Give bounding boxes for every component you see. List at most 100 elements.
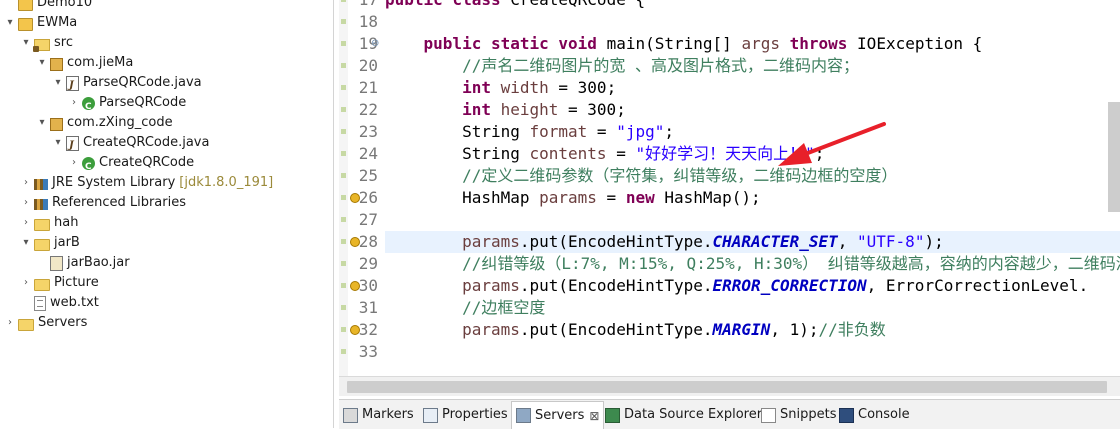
code-line[interactable]: int height = 300; [385, 99, 1120, 121]
tree-item[interactable]: › Picture [20, 273, 99, 293]
collapsed-chevron-icon[interactable]: › [20, 273, 32, 293]
code-area[interactable]: public class CreateQRCode { public stati… [385, 0, 1120, 376]
close-tab-icon[interactable]: ⊠ [589, 404, 599, 428]
tree-item[interactable]: jarBao.jar [36, 253, 130, 273]
expanded-chevron-icon[interactable]: ▾ [4, 13, 16, 33]
tab-properties[interactable]: Properties [423, 403, 508, 427]
tree-item-label: com.zXing_code [67, 115, 173, 130]
line-number: 27 [358, 210, 378, 229]
tree-item-decoration: [jdk1.8.0_191] [179, 175, 274, 190]
folder-icon [34, 218, 50, 231]
code-line[interactable]: String contents = "好好学习！天天向上！"; [385, 143, 1120, 165]
tree-item[interactable]: › hah [20, 213, 78, 233]
collapsed-chevron-icon[interactable]: › [68, 93, 80, 113]
code-token: = [606, 144, 636, 163]
collapsed-chevron-icon[interactable]: › [20, 193, 32, 213]
tree-item[interactable]: ▾ src [20, 33, 73, 53]
tree-item[interactable]: ▾ com.zXing_code [36, 113, 173, 133]
ruler-mark [341, 261, 346, 266]
code-token: params [462, 276, 520, 295]
tree-item[interactable]: ▾ ParseQRCode.java [52, 73, 201, 96]
code-token: //定义二维码参数（字符集，纠错等级，二维码边框的空度） [462, 166, 898, 185]
code-line[interactable]: //声名二维码图片的宽 、高及图片格式，二维码内容； [385, 55, 1120, 77]
warning-marker-icon[interactable] [350, 281, 360, 291]
code-line[interactable]: params.put(EncodeHintType.MARGIN, 1);//非… [385, 319, 1120, 341]
collapsed-chevron-icon[interactable]: › [68, 153, 80, 173]
warning-marker-icon[interactable] [350, 237, 360, 247]
tree-item[interactable]: › ParseQRCode [68, 93, 186, 117]
tab-markers[interactable]: Markers [343, 403, 414, 427]
collapsed-chevron-icon[interactable]: › [20, 213, 32, 233]
servers-icon [516, 408, 531, 423]
code-token: , [837, 232, 858, 251]
code-line[interactable]: params.put(EncodeHintType.ERROR_CORRECTI… [385, 275, 1120, 297]
tree-item-label: jarB [54, 235, 80, 250]
code-line[interactable]: int width = 300; [385, 77, 1120, 99]
code-token: MARGIN [712, 320, 771, 339]
collapsed-chevron-icon[interactable]: › [20, 173, 32, 193]
expanded-chevron-icon[interactable]: ▾ [36, 53, 48, 73]
expanded-chevron-icon[interactable]: ▾ [52, 73, 64, 93]
ruler-mark [341, 305, 346, 310]
code-line[interactable]: //纠错等级（L:7%, M:15%, Q:25%, H:30%） 纠错等级越高… [385, 253, 1120, 275]
tab-label: Data Source Explorer [624, 407, 763, 422]
line-number: 24 [358, 144, 378, 163]
jar-icon [50, 256, 63, 271]
tab-servers[interactable]: Servers ⊠ [511, 401, 605, 429]
ruler-mark [341, 107, 346, 112]
ruler-mark [341, 63, 346, 68]
expanded-chevron-icon[interactable]: ▾ [20, 33, 32, 53]
tree-item-label: CreateQRCode [99, 155, 195, 170]
tree-item[interactable]: › Referenced Libraries [20, 193, 186, 213]
tab-console[interactable]: Console [839, 403, 910, 427]
code-line[interactable]: params.put(EncodeHintType.CHARACTER_SET,… [385, 231, 1120, 253]
code-token: //纠错等级（L:7%, M:15%, Q:25%, H:30%） 纠错等级越高… [462, 254, 1120, 273]
code-line[interactable]: //定义二维码参数（字符集，纠错等级，二维码边框的空度） [385, 165, 1120, 187]
expanded-chevron-icon[interactable]: ▾ [36, 113, 48, 133]
expanded-chevron-icon[interactable]: ▾ [20, 233, 32, 253]
tree-item[interactable]: › JRE System Library [jdk1.8.0_191] [20, 173, 273, 193]
code-line[interactable] [385, 209, 1120, 231]
tree-item[interactable]: web.txt [20, 293, 99, 313]
expanded-chevron-icon[interactable]: ▾ [52, 133, 64, 153]
tab-snippets[interactable]: Snippets [761, 403, 836, 427]
ruler-mark [341, 239, 346, 244]
code-token: .put(EncodeHintType. [519, 276, 713, 295]
horizontal-scrollbar[interactable] [339, 376, 1120, 396]
tree-item[interactable]: Demo10 [4, 0, 92, 13]
tree-item[interactable]: ▾ com.jieMa [36, 53, 133, 73]
line-number: 31 [358, 298, 378, 317]
code-line[interactable]: //边框空度 [385, 297, 1120, 319]
tree-item[interactable]: ▾ jarB [20, 233, 80, 253]
code-editor[interactable]: 171819⊖2021222324252627282930313233 publ… [339, 0, 1120, 396]
warning-marker-icon[interactable] [350, 325, 360, 335]
code-token: public [423, 34, 491, 53]
package-explorer: Demo10▾EWMa▾src▾com.jieMa▾ParseQRCode.ja… [0, 0, 334, 428]
tree-item[interactable]: ▾ CreateQRCode.java [52, 133, 209, 156]
tree-item-label: Picture [54, 275, 99, 290]
tree-item-label: web.txt [50, 295, 99, 310]
code-line[interactable]: public class CreateQRCode { [385, 0, 1120, 11]
fold-toggle-icon[interactable]: ⊖ [371, 33, 379, 55]
line-number: 18 [358, 12, 378, 31]
tree-item[interactable]: › CreateQRCode [68, 153, 195, 177]
code-token: String [385, 122, 530, 141]
tree-item[interactable]: ▾ EWMa [4, 13, 77, 33]
code-line[interactable]: HashMap params = new HashMap(); [385, 187, 1120, 209]
code-token: "UTF-8" [857, 232, 925, 251]
line-number: 25 [358, 166, 378, 185]
code-line[interactable] [385, 341, 1120, 363]
warning-marker-icon[interactable] [350, 193, 360, 203]
vertical-scrollbar-thumb[interactable] [1108, 102, 1120, 212]
tree-item[interactable]: › Servers [4, 313, 87, 333]
line-number: 23 [358, 122, 378, 141]
code-line[interactable] [385, 11, 1120, 33]
code-line[interactable]: String format = "jpg"; [385, 121, 1120, 143]
line-number: 17 [348, 0, 378, 11]
code-line[interactable]: public static void main(String[] args th… [385, 33, 1120, 55]
horizontal-scrollbar-thumb[interactable] [347, 381, 1107, 393]
collapsed-chevron-icon[interactable]: › [4, 313, 16, 333]
tab-data-source-explorer[interactable]: Data Source Explorer [605, 403, 762, 427]
